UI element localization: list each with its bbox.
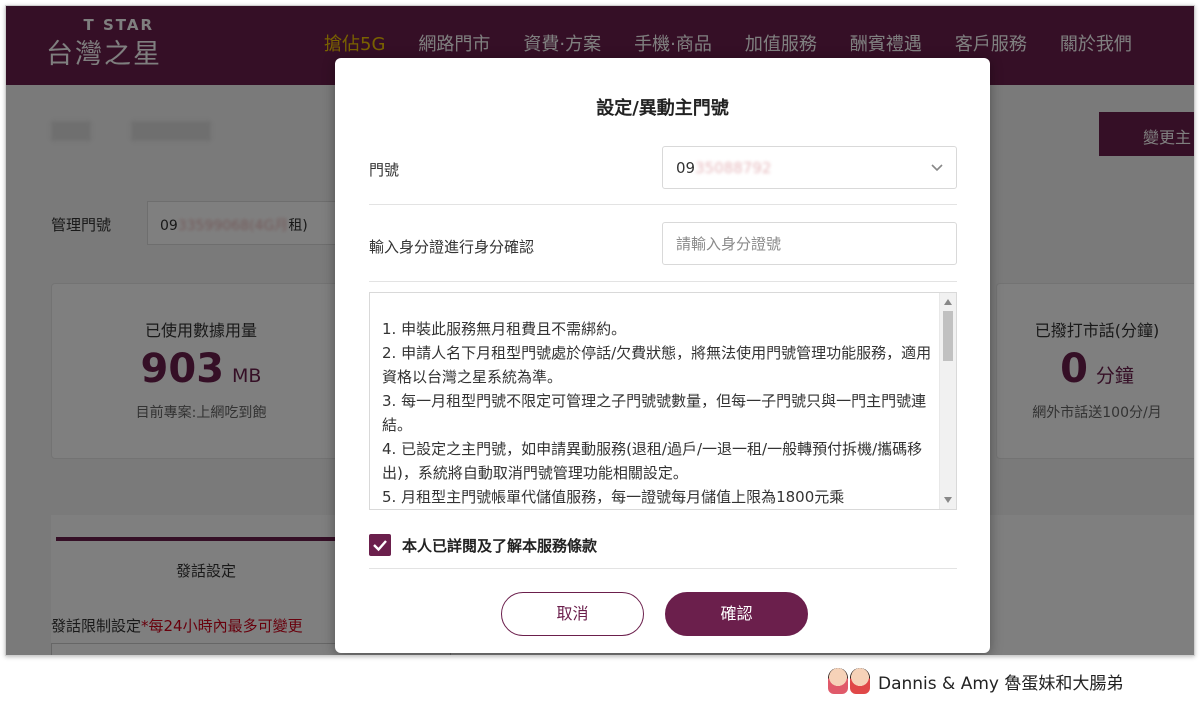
divider: [369, 204, 957, 205]
terms-scrollbar[interactable]: [939, 293, 956, 509]
id-number-input[interactable]: [662, 222, 957, 265]
term-item: 3. 每一月租型門號不限定可管理之子門號號數量，但每一子門號只與一門主門號連結。: [382, 392, 927, 434]
boy-avatar-icon: [850, 668, 870, 694]
scroll-thumb[interactable]: [943, 311, 953, 361]
confirm-button[interactable]: 確認: [665, 592, 808, 636]
set-main-number-dialog: 設定/異動主門號 門號 0935088792 輸入身分證進行身分確認 1. 申裝…: [335, 58, 990, 653]
term-item: 5. 月租型主門號帳單代儲值服務，每一證號每月儲值上限為1800元乘: [382, 488, 845, 506]
id-label: 輸入身分證進行身分確認: [369, 238, 535, 256]
terms-text: 1. 申裝此服務無月租費且不需綁約。 2. 申請人名下月租型門號處於停話/欠費狀…: [382, 317, 937, 509]
number-select[interactable]: 0935088792: [662, 146, 957, 189]
watermark-avatar-icon: [828, 668, 872, 694]
blog-watermark: Dannis & Amy 魯蛋妹和大腸弟: [828, 665, 1123, 697]
term-item: 4. 已設定之主門號，如申請異動服務(退租/過戶/一退一租/一般轉預付拆機/攜碼…: [382, 440, 923, 482]
watermark-text: Dannis & Amy 魯蛋妹和大腸弟: [878, 673, 1124, 694]
agree-checkbox[interactable]: [369, 534, 391, 556]
terms-box[interactable]: 1. 申裝此服務無月租費且不需綁約。 2. 申請人名下月租型門號處於停話/欠費狀…: [369, 292, 957, 510]
divider: [369, 281, 957, 282]
girl-avatar-icon: [828, 668, 848, 694]
term-item: 1. 申裝此服務無月租費且不需綁約。: [382, 320, 627, 338]
dialog-title: 設定/異動主門號: [596, 98, 729, 119]
scroll-up-icon[interactable]: [944, 299, 952, 305]
agree-label[interactable]: 本人已詳閱及了解本服務條款: [402, 535, 597, 556]
number-label: 門號: [369, 161, 400, 179]
check-icon: [373, 540, 387, 552]
divider: [369, 568, 957, 569]
scroll-down-icon[interactable]: [944, 497, 952, 503]
number-prefix: 09: [676, 159, 696, 177]
cancel-button[interactable]: 取消: [501, 592, 644, 636]
browser-frame: T STAR 台灣之星 搶佔5G 網路門市 資費·方案 手機·商品 加值服務 酬…: [5, 5, 1195, 656]
term-item: 2. 申請人名下月租型門號處於停話/欠費狀態，將無法使用門號管理功能服務，適用資…: [382, 344, 932, 386]
chevron-down-icon: [931, 164, 943, 172]
number-masked: 35088792: [695, 159, 772, 177]
